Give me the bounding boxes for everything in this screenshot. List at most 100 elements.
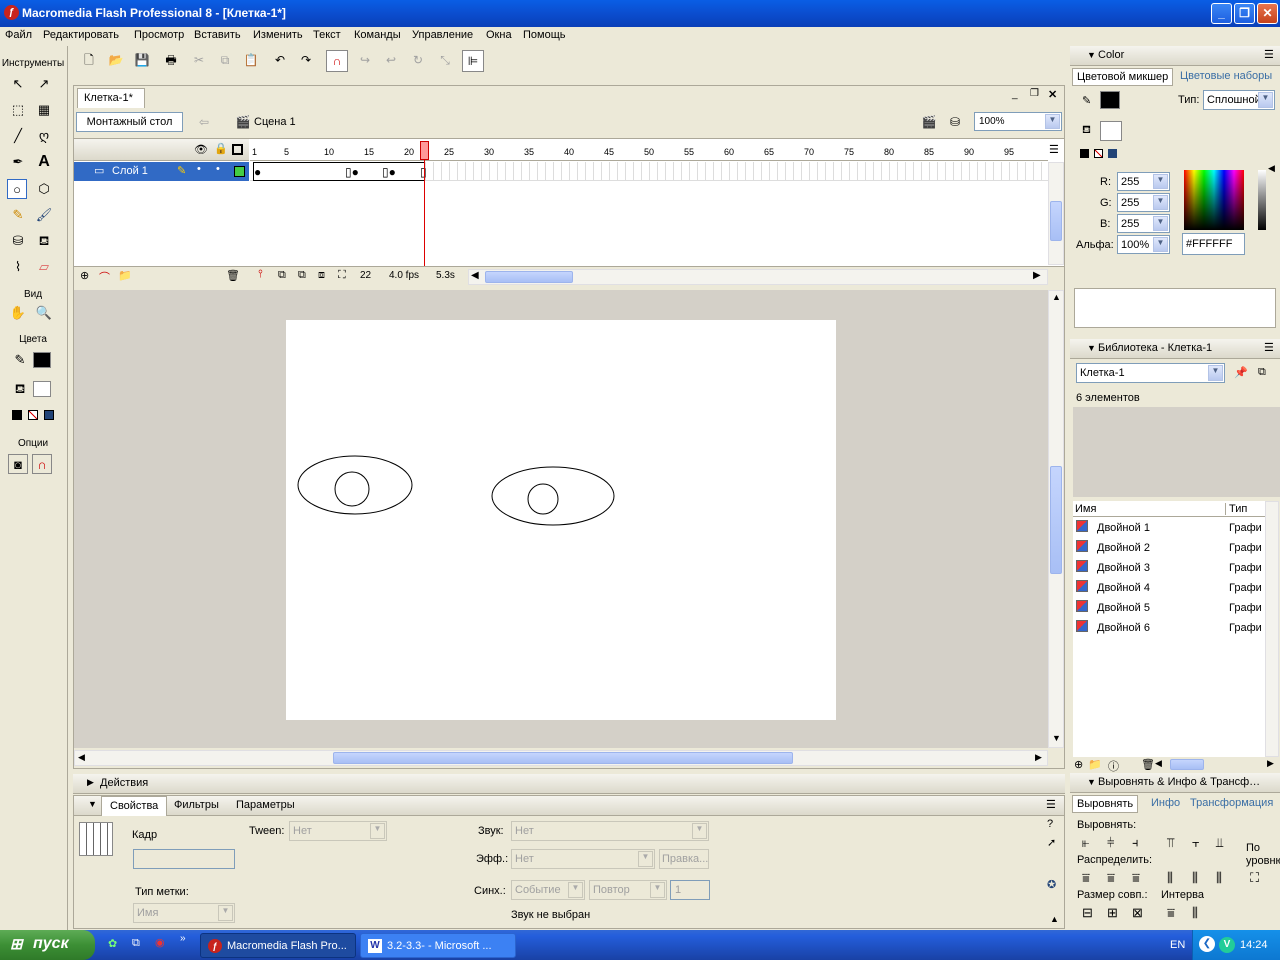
antivirus-tray-icon[interactable]: V (1219, 937, 1235, 953)
back-arrow-icon[interactable]: ⇦ (195, 114, 213, 130)
pen-tool-icon[interactable]: ✒ (8, 152, 28, 172)
properties-icon[interactable]: ⓘ (1108, 758, 1119, 774)
collapse-up-icon[interactable]: ▲ (1050, 914, 1059, 924)
add-guide-icon[interactable]: ⌒ (99, 269, 110, 285)
stroke-color-icon[interactable]: ✎ (10, 350, 30, 370)
lasso-tool-icon[interactable]: ღ (34, 126, 54, 146)
scroll-right-icon[interactable]: ▶ (1033, 270, 1041, 281)
new-folder-icon[interactable]: 📁 (1088, 758, 1102, 771)
onion-skin-icon[interactable]: ⧉ (278, 269, 286, 282)
edit-effect-button[interactable]: Правка... (659, 849, 709, 869)
open-file-icon[interactable]: 📂 (107, 52, 125, 68)
red-input[interactable]: 255 ▼ (1117, 172, 1170, 191)
align-middle-icon[interactable]: ⫟ (1192, 835, 1200, 851)
scale-icon[interactable]: ⤡ (436, 52, 454, 68)
space-vertical-icon[interactable]: ⩸ (1167, 905, 1175, 921)
scroll-right-icon[interactable]: ▶ (1267, 758, 1274, 769)
right-eye-pupil[interactable] (527, 483, 559, 515)
quicklaunch-gear-icon[interactable]: ✿ (108, 937, 117, 950)
no-color-icon[interactable] (1094, 149, 1103, 158)
menu-edit[interactable]: Редактировать (43, 29, 119, 41)
col-name[interactable]: Имя (1075, 503, 1096, 515)
eye-icon[interactable]: 👁 (194, 143, 208, 156)
task-flash[interactable]: ƒ Macromedia Flash Pro... (200, 933, 356, 958)
menu-view[interactable]: Просмотр (134, 29, 184, 41)
task-word[interactable]: W 3.2-3.3- - Microsoft ... (360, 933, 516, 958)
text-tool-icon[interactable]: A (34, 152, 54, 172)
keyframe-3[interactable]: ▯● (382, 165, 396, 179)
tab-align[interactable]: Выровнять (1072, 795, 1139, 813)
scroll-right-icon[interactable]: ▶ (1035, 752, 1042, 763)
polystar-tool-icon[interactable]: ⬡ (34, 179, 54, 199)
keyframe-2[interactable]: ▯● (345, 165, 359, 179)
tab-filters[interactable]: Фильтры (174, 799, 219, 811)
new-file-icon[interactable]: 🗋 (80, 52, 98, 68)
cut-icon[interactable]: ✂ (190, 52, 208, 68)
stage-canvas[interactable] (286, 320, 836, 720)
arrow-tool-icon[interactable]: ↖ (8, 74, 28, 94)
copy-icon[interactable]: ⧉ (216, 52, 234, 68)
tab-properties[interactable]: Свойства (101, 796, 168, 816)
lock-icon[interactable]: 🔒 (214, 142, 228, 155)
layer-row[interactable]: ▭ Слой 1 ✎ • • (74, 162, 249, 181)
distribute-right-icon[interactable]: ⫼ (1216, 870, 1222, 886)
menu-commands[interactable]: Команды (354, 29, 401, 41)
outline-color-swatch[interactable] (234, 166, 245, 177)
distribute-left-icon[interactable]: ⫼ (1167, 870, 1173, 886)
repeat-select[interactable]: Повтор ▼ (589, 880, 667, 900)
actions-panel-header[interactable]: ▶ Действия (73, 774, 1065, 794)
brush-tool-icon[interactable]: 🖌 (34, 205, 54, 225)
edit-actions-icon[interactable]: ➚ (1047, 836, 1056, 849)
align-top-icon[interactable]: ⫪ (1167, 835, 1174, 851)
doc-minimize-icon[interactable]: _ (1012, 89, 1018, 100)
swap-colors-icon[interactable] (44, 410, 54, 420)
hex-input[interactable]: #FFFFFF (1182, 233, 1245, 255)
stage-button[interactable]: Монтажный стол (76, 112, 183, 132)
scroll-left-icon[interactable]: ◀ (1155, 758, 1162, 769)
stage-hscroll[interactable]: ◀ ▶ (74, 750, 1048, 766)
blue-input[interactable]: 255 ▼ (1117, 214, 1170, 233)
menu-modify[interactable]: Изменить (253, 29, 303, 41)
playhead[interactable] (420, 141, 429, 160)
undo-icon[interactable]: ↶ (271, 52, 289, 68)
paint-bucket-icon[interactable]: ⛾ (34, 231, 54, 251)
doc-close-icon[interactable]: ✕ (1048, 88, 1057, 101)
scroll-left-icon[interactable]: ◀ (78, 752, 85, 763)
visibility-dot[interactable]: • (197, 163, 201, 175)
fill-transform-icon[interactable]: ▦ (34, 100, 54, 120)
match-height-icon[interactable]: ⊞ (1107, 905, 1118, 921)
onion-markers-icon[interactable]: ⛶ (338, 269, 346, 282)
fill-color-icon[interactable]: ⛾ (10, 379, 30, 399)
tab-parameters[interactable]: Параметры (236, 799, 295, 811)
timeline-hscroll[interactable]: ◀ ▶ (468, 269, 1048, 285)
redo-icon[interactable]: ↷ (297, 52, 315, 68)
outline-icon[interactable] (232, 144, 243, 155)
align-bottom-icon[interactable]: ⫫ (1216, 835, 1223, 851)
stage-vscroll[interactable]: ▲ ▼ (1048, 290, 1064, 748)
language-indicator[interactable]: EN (1170, 939, 1185, 951)
delete-layer-icon[interactable]: 🗑 (226, 269, 240, 282)
color-panel-header[interactable]: ▼ Color ☰ (1070, 46, 1280, 66)
oval-tool-icon[interactable]: ○ (7, 179, 27, 199)
scroll-down-icon[interactable]: ▼ (1052, 733, 1061, 743)
library-item-4[interactable]: Двойной 4 Графи (1074, 578, 1269, 598)
distribute-hcenter-icon[interactable]: ⫼ (1192, 870, 1198, 886)
tab-info[interactable]: Инфо (1151, 797, 1180, 809)
add-folder-icon[interactable]: 📁 (118, 269, 132, 282)
timeline-vscroll[interactable] (1048, 162, 1064, 265)
col-type[interactable]: Тип (1225, 503, 1247, 515)
object-drawing-icon[interactable]: ◙ (8, 454, 28, 474)
left-eye-pupil[interactable] (334, 471, 370, 507)
match-width-icon[interactable]: ⊟ (1082, 905, 1093, 921)
edit-scene-icon[interactable]: 🎬 (920, 114, 938, 130)
align-right-icon[interactable]: ⫞ (1132, 835, 1139, 851)
snap-magnet-icon[interactable]: ∩ (32, 454, 52, 474)
fill-color-swatch[interactable] (33, 381, 51, 397)
panel-options-icon[interactable]: ☰ (1264, 341, 1274, 354)
brightness-arrow-icon[interactable]: ◀ (1268, 163, 1275, 174)
brightness-slider[interactable] (1258, 170, 1266, 230)
onion-outline-icon[interactable]: ⧉ (298, 269, 306, 282)
library-hscroll-thumb[interactable] (1170, 759, 1204, 770)
library-item-6[interactable]: Двойной 6 Графи (1074, 618, 1269, 638)
distribute-center-icon[interactable]: ⩸ (1107, 870, 1115, 886)
